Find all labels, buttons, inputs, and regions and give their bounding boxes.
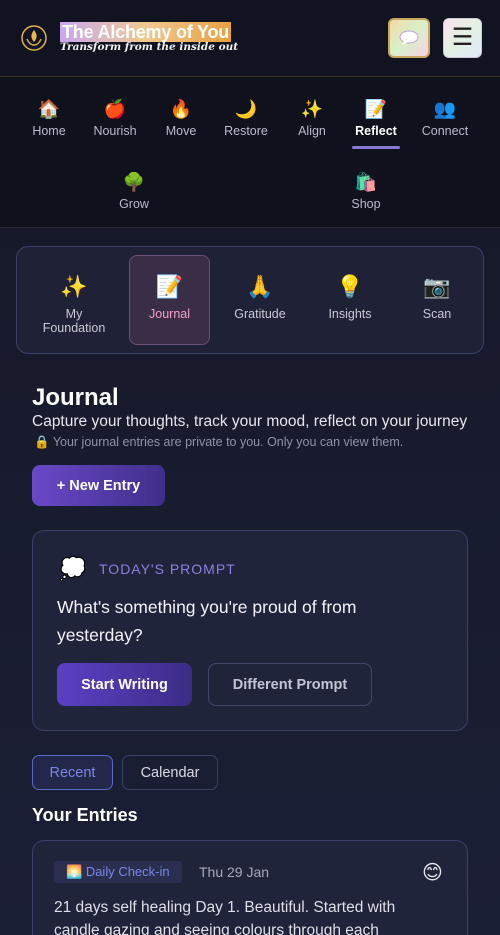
- nav-item-grow[interactable]: 🌳 Grow: [101, 150, 167, 211]
- nav-item-label: Move: [165, 124, 197, 138]
- journal-entry-card[interactable]: 🌅 Daily Check-in Thu 29 Jan 😊 21 days se…: [32, 840, 468, 935]
- praying-hands-icon: 🙏: [246, 274, 274, 299]
- speech-bubble-icon: [399, 30, 419, 45]
- nav-item-label: Shop: [351, 197, 381, 211]
- app-header: The Alchemy of You Transform from the in…: [0, 0, 500, 77]
- entry-type-badge: 🌅 Daily Check-in: [54, 861, 182, 883]
- tab-calendar[interactable]: Calendar: [122, 755, 218, 790]
- nav-item-restore[interactable]: 🌙 Restore: [213, 77, 279, 138]
- nav-item-label: Restore: [224, 124, 268, 138]
- entry-date: Thu 29 Jan: [199, 864, 270, 880]
- reflect-subnav: ✨ My Foundation 📝 Journal 🙏 Gratitude 💡 …: [16, 246, 484, 354]
- subnav-label: Insights: [328, 307, 372, 321]
- todays-prompt-card: 💭 TODAY'S PROMPT What's something you're…: [32, 530, 468, 731]
- page-subtitle: Capture your thoughts, track your mood, …: [32, 413, 468, 430]
- entries-section-title: Your Entries: [32, 805, 138, 825]
- nav-item-label: Align: [298, 124, 326, 138]
- subnav-gratitude[interactable]: 🙏 Gratitude: [225, 247, 295, 355]
- subnav-label: Journal: [149, 307, 190, 321]
- thought-bubble-icon: 💭: [59, 556, 87, 581]
- privacy-text: Your journal entries are private to you.…: [52, 435, 404, 449]
- lotus-flame-icon[interactable]: [20, 24, 48, 52]
- fire-icon: 🔥: [169, 99, 193, 119]
- subnav-insights[interactable]: 💡 Insights: [315, 247, 385, 355]
- sparkles-icon: ✨: [60, 274, 88, 299]
- lock-icon: 🔒: [34, 435, 50, 449]
- start-writing-button[interactable]: Start Writing: [57, 663, 192, 706]
- nav-item-connect[interactable]: 👥 Connect: [412, 77, 478, 138]
- memo-icon: 📝: [364, 99, 388, 119]
- moon-icon: 🌙: [234, 99, 258, 119]
- nav-item-nourish[interactable]: 🍎 Nourish: [82, 77, 148, 138]
- camera-icon: 📷: [423, 274, 451, 299]
- nav-item-label: Grow: [119, 197, 149, 211]
- prompt-label: TODAY'S PROMPT: [99, 561, 236, 577]
- subnav-label: Scan: [422, 307, 452, 321]
- tab-recent[interactable]: Recent: [32, 755, 113, 790]
- nav-item-label: Nourish: [93, 124, 137, 138]
- prompt-text: What's something you're proud of from ye…: [57, 597, 357, 645]
- brand-tagline: Transform from the inside out: [60, 41, 239, 53]
- sunrise-icon: 🌅: [66, 864, 83, 879]
- subnav-label: Gratitude: [234, 307, 286, 321]
- shopping-bags-icon: 🛍️: [354, 172, 378, 192]
- sparkles-icon: ✨: [300, 99, 324, 119]
- different-prompt-button[interactable]: Different Prompt: [208, 663, 372, 706]
- subnav-journal[interactable]: 📝 Journal: [129, 255, 210, 345]
- nav-item-label: Reflect: [355, 124, 397, 138]
- apple-icon: 🍎: [103, 99, 127, 119]
- chat-button[interactable]: [388, 18, 430, 58]
- brand-title[interactable]: The Alchemy of You: [60, 22, 232, 42]
- subnav-scan[interactable]: 📷 Scan: [407, 247, 467, 355]
- subnav-my-foundation[interactable]: ✨ My Foundation: [37, 247, 111, 355]
- nav-item-home[interactable]: 🏠 Home: [16, 77, 82, 138]
- subnav-label: My Foundation: [42, 307, 106, 335]
- main-nav: 🏠 Home 🍎 Nourish 🔥 Move 🌙 Restore ✨ Alig…: [0, 77, 500, 228]
- smiling-face-icon: 😊: [422, 862, 443, 884]
- nav-item-shop[interactable]: 🛍️ Shop: [333, 150, 399, 211]
- menu-button[interactable]: ☰: [443, 18, 482, 58]
- people-icon: 👥: [433, 99, 457, 119]
- entry-type-label: Daily Check-in: [85, 864, 170, 879]
- nav-item-label: Home: [32, 124, 66, 138]
- house-icon: 🏠: [37, 99, 61, 119]
- hamburger-icon: ☰: [451, 24, 474, 51]
- lightbulb-icon: 💡: [336, 274, 364, 299]
- tree-icon: 🌳: [122, 172, 146, 192]
- privacy-note: 🔒 Your journal entries are private to yo…: [34, 435, 403, 450]
- active-nav-indicator: [352, 146, 400, 149]
- new-entry-button[interactable]: + New Entry: [32, 465, 165, 506]
- memo-icon: 📝: [155, 274, 184, 299]
- nav-item-label: Connect: [421, 124, 469, 138]
- page-title: Journal: [32, 384, 119, 411]
- nav-item-reflect[interactable]: 📝 Reflect: [343, 77, 409, 138]
- entry-text: 21 days self healing Day 1. Beautiful. S…: [54, 899, 396, 935]
- nav-item-move[interactable]: 🔥 Move: [148, 77, 214, 138]
- nav-item-align[interactable]: ✨ Align: [279, 77, 345, 138]
